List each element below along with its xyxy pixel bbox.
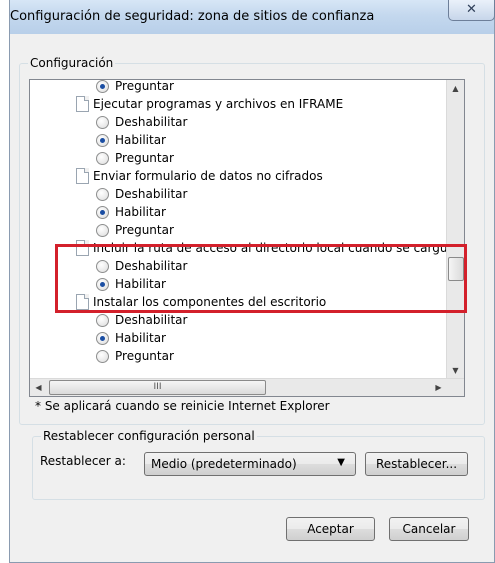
dropdown-arrow-icon: ▼ — [337, 457, 345, 468]
option-label: Habilitar — [115, 277, 166, 291]
horizontal-scroll-thumb[interactable]: III — [49, 380, 266, 395]
option-label: Deshabilitar — [115, 313, 188, 327]
option-label: Habilitar — [115, 133, 166, 147]
option-label: Preguntar — [115, 151, 174, 165]
vertical-scroll-thumb[interactable] — [448, 257, 464, 281]
scroll-up-icon[interactable]: ▲ — [447, 80, 464, 97]
radio-icon[interactable] — [96, 260, 109, 273]
radio-icon[interactable] — [96, 116, 109, 129]
scroll-down-icon[interactable]: ▼ — [447, 362, 464, 379]
option-label: Deshabilitar — [115, 187, 188, 201]
horizontal-scrollbar[interactable]: ◀ III ▶ — [30, 378, 464, 396]
radio-icon[interactable] — [96, 350, 109, 363]
scroll-right-icon[interactable]: ▶ — [430, 379, 447, 396]
vertical-scrollbar[interactable]: ▲ ▼ — [446, 80, 464, 379]
scroll-grip-icon: III — [153, 382, 162, 392]
radio-selected-icon[interactable] — [96, 278, 109, 291]
ok-button[interactable]: Aceptar — [286, 517, 375, 541]
close-icon: ✕ — [466, 2, 477, 17]
document-icon — [76, 96, 89, 112]
reset-to-label: Restablecer a: — [40, 454, 126, 468]
reset-level-value: Medio (predeterminado) — [151, 457, 297, 471]
option-label: Preguntar — [115, 79, 174, 93]
close-button[interactable]: ✕ — [448, 0, 495, 21]
setting-label: Incluir la ruta de acceso al directorio … — [93, 241, 463, 255]
reset-group-label: Restablecer configuración personal — [41, 429, 257, 443]
settings-list[interactable]: Preguntar Ejecutar programas y archivos e… — [29, 79, 465, 397]
radio-selected-icon[interactable] — [96, 332, 109, 345]
setting-label: Ejecutar programas y archivos en IFRAME — [93, 97, 344, 111]
document-icon — [76, 168, 89, 184]
radio-icon[interactable] — [96, 224, 109, 237]
cancel-button[interactable]: Cancelar — [389, 517, 469, 541]
settings-group-label: Configuración — [28, 56, 116, 70]
dialog-title: Configuración de seguridad: zona de siti… — [10, 9, 375, 24]
reset-button[interactable]: Restablecer... — [365, 452, 468, 476]
radio-selected-icon[interactable] — [96, 134, 109, 147]
setting-label: Instalar los componentes del escritorio — [93, 295, 327, 309]
option-label: Deshabilitar — [115, 115, 188, 129]
reset-level-select[interactable]: Medio (predeterminado) ▼ — [144, 452, 356, 476]
radio-icon[interactable] — [96, 188, 109, 201]
radio-selected-icon[interactable] — [96, 80, 109, 93]
setting-label: Enviar formulario de datos no cifrados — [93, 169, 323, 183]
scroll-left-icon[interactable]: ◀ — [30, 379, 47, 396]
option-label: Habilitar — [115, 205, 166, 219]
radio-icon[interactable] — [96, 152, 109, 165]
option-label: Habilitar — [115, 331, 166, 345]
option-label: Deshabilitar — [115, 259, 188, 273]
option-label: Preguntar — [115, 223, 174, 237]
title-bar[interactable]: Configuración de seguridad: zona de siti… — [10, 0, 495, 34]
document-icon — [76, 294, 89, 310]
document-icon — [76, 240, 89, 256]
radio-selected-icon[interactable] — [96, 206, 109, 219]
option-label: Preguntar — [115, 349, 174, 363]
radio-icon[interactable] — [96, 314, 109, 327]
restart-note: * Se aplicará cuando se reinicie Interne… — [35, 399, 330, 413]
